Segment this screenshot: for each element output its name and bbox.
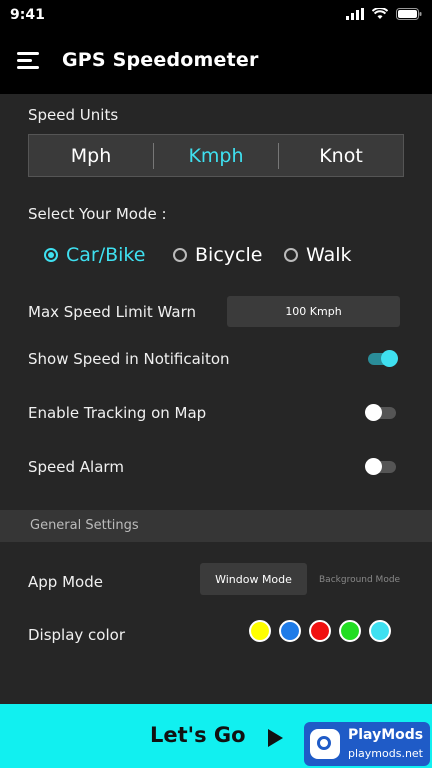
color-swatch-cyan[interactable] xyxy=(369,620,391,642)
mode-bicycle[interactable]: Bicycle xyxy=(173,244,262,266)
mode-bicycle-label: Bicycle xyxy=(195,244,263,266)
speed-units-segmented: Mph Kmph Knot xyxy=(28,134,404,177)
watermark-name: PlayMods xyxy=(348,727,424,743)
color-swatches xyxy=(249,620,391,642)
general-settings-header: General Settings xyxy=(0,510,432,542)
alarm-label: Speed Alarm xyxy=(28,458,124,476)
signal-icon xyxy=(346,8,364,20)
watermark-badge: PlayMods playmods.net xyxy=(304,722,430,766)
general-settings-title: General Settings xyxy=(30,518,139,533)
wifi-icon xyxy=(372,8,388,19)
tracking-label: Enable Tracking on Map xyxy=(28,404,207,422)
color-swatch-green[interactable] xyxy=(339,620,361,642)
unit-knot[interactable]: Knot xyxy=(279,145,403,167)
notification-toggle[interactable] xyxy=(368,350,398,367)
mode-walk[interactable]: Walk xyxy=(284,244,352,266)
max-speed-input[interactable]: 100 Kmph xyxy=(227,296,400,327)
radio-unchecked-icon xyxy=(173,248,187,262)
status-icons xyxy=(346,8,422,20)
color-swatch-yellow[interactable] xyxy=(249,620,271,642)
mode-car-bike-label: Car/Bike xyxy=(66,244,146,266)
lets-go-label: Let's Go xyxy=(150,723,246,747)
playmods-logo-icon xyxy=(310,729,340,759)
radio-unchecked-icon xyxy=(284,248,298,262)
battery-icon xyxy=(396,8,422,20)
notification-label: Show Speed in Notificaiton xyxy=(28,350,230,368)
unit-mph[interactable]: Mph xyxy=(29,145,153,167)
display-color-label: Display color xyxy=(28,626,125,644)
app-title: GPS Speedometer xyxy=(62,49,259,71)
play-icon xyxy=(268,729,283,747)
status-time: 9:41 xyxy=(10,7,45,23)
lets-go-button[interactable]: Let's Go PlayMods playmods.net xyxy=(0,704,432,768)
mode-walk-label: Walk xyxy=(306,244,352,266)
tracking-toggle[interactable] xyxy=(365,404,396,421)
background-mode-button[interactable]: Background Mode xyxy=(319,575,400,585)
alarm-toggle[interactable] xyxy=(365,458,396,475)
watermark-url: playmods.net xyxy=(348,747,423,760)
app-bar: GPS Speedometer xyxy=(0,32,432,94)
menu-icon[interactable] xyxy=(17,52,39,70)
unit-kmph[interactable]: Kmph xyxy=(154,145,278,167)
mode-car-bike[interactable]: Car/Bike xyxy=(44,244,145,266)
mode-label: Select Your Mode : xyxy=(28,205,167,223)
window-mode-button[interactable]: Window Mode xyxy=(200,563,307,595)
color-swatch-red[interactable] xyxy=(309,620,331,642)
color-swatch-blue[interactable] xyxy=(279,620,301,642)
app-mode-label: App Mode xyxy=(28,573,103,591)
settings-panel: Speed Units Mph Kmph Knot Select Your Mo… xyxy=(0,94,432,704)
status-bar: 9:41 xyxy=(0,0,432,32)
max-speed-label: Max Speed Limit Warn xyxy=(28,303,196,321)
radio-checked-icon xyxy=(44,248,58,262)
speed-units-label: Speed Units xyxy=(28,106,119,124)
